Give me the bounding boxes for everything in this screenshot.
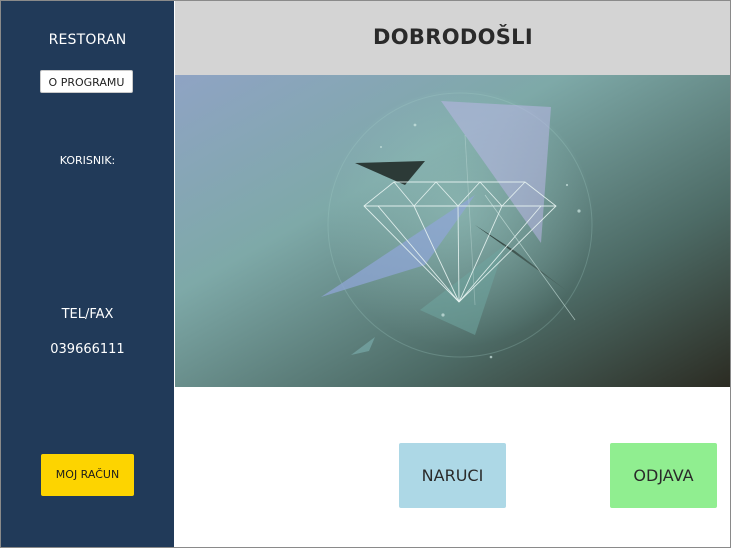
- about-program-button[interactable]: O PROGRAMU: [40, 70, 133, 93]
- tel-fax-label: TEL/FAX: [61, 307, 114, 322]
- my-account-button[interactable]: MOJ RAČUN: [41, 454, 134, 496]
- tel-fax-value: 039666111: [50, 342, 125, 357]
- order-button[interactable]: NARUCI: [399, 443, 506, 508]
- page-title: DOBRODOŠLI: [373, 25, 533, 49]
- sidebar: RESTORAN O PROGRAMU KORISNIK: TEL/FAX 03…: [1, 1, 174, 547]
- app-window: RESTORAN O PROGRAMU KORISNIK: TEL/FAX 03…: [0, 0, 731, 548]
- header: DOBRODOŠLI: [175, 1, 730, 75]
- app-title: RESTORAN: [48, 32, 127, 48]
- user-label: KORISNIK:: [59, 154, 116, 167]
- logout-button[interactable]: ODJAVA: [610, 443, 717, 508]
- welcome-banner-image: [175, 75, 730, 387]
